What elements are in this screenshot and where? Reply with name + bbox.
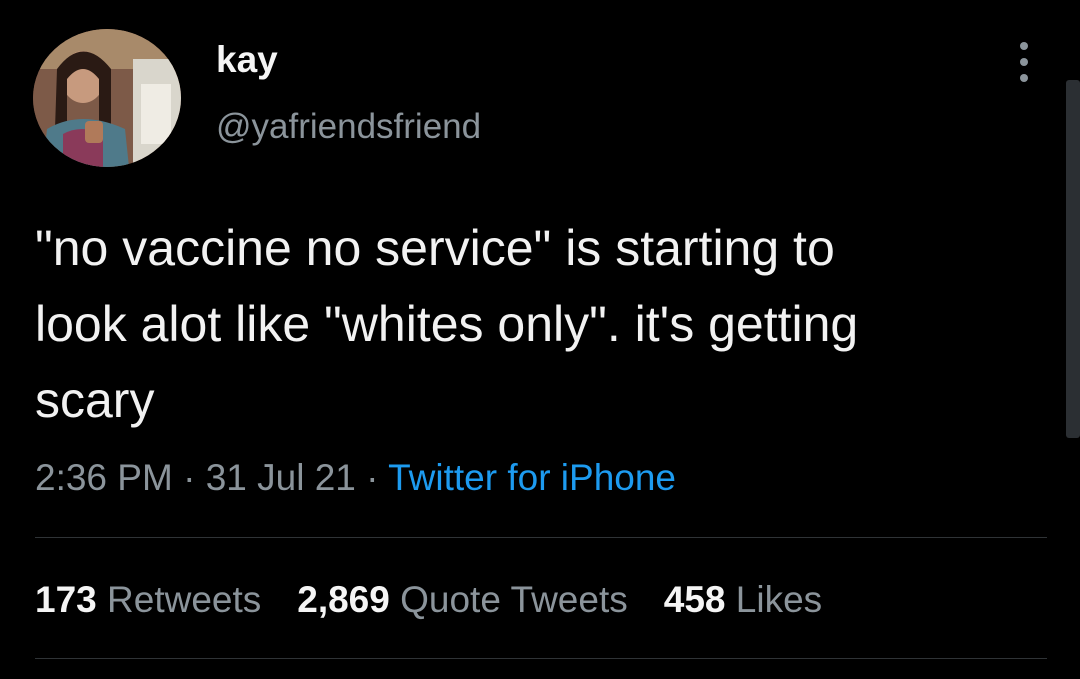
quote-tweets-stat[interactable]: 2,869 Quote Tweets [297, 577, 628, 623]
display-name[interactable]: kay [216, 38, 278, 82]
separator: · [183, 457, 196, 498]
tweet-time[interactable]: 2:36 PM [35, 457, 173, 498]
profile-photo-icon [33, 29, 181, 167]
divider [35, 658, 1047, 659]
divider [35, 537, 1047, 538]
avatar[interactable] [33, 29, 181, 167]
tweet-date[interactable]: 31 Jul 21 [206, 457, 356, 498]
more-vertical-icon[interactable] [1010, 42, 1038, 82]
tweet-source-link[interactable]: Twitter for iPhone [388, 457, 676, 498]
tweet-meta: 2:36 PM · 31 Jul 21 · Twitter for iPhone [35, 455, 676, 501]
tweet-text: "no vaccine no service" is starting to l… [35, 220, 859, 428]
likes-stat[interactable]: 458 Likes [664, 577, 822, 623]
dot [1020, 74, 1028, 82]
dot [1020, 42, 1028, 50]
retweets-label: Retweets [107, 579, 262, 620]
dot [1020, 58, 1028, 66]
quotes-count: 2,869 [297, 579, 390, 620]
likes-count: 458 [663, 579, 726, 620]
retweets-count: 173 [35, 579, 97, 620]
retweets-stat[interactable]: 173 Retweets [35, 577, 261, 623]
likes-label: Likes [735, 579, 823, 620]
quotes-label: Quote Tweets [400, 579, 628, 620]
tweet-stats: 173 Retweets 2,869 Quote Tweets 458 Like… [35, 577, 858, 623]
separator: · [366, 457, 379, 498]
scrollbar[interactable] [1066, 80, 1080, 438]
user-handle[interactable]: @yafriendsfriend [216, 106, 481, 148]
